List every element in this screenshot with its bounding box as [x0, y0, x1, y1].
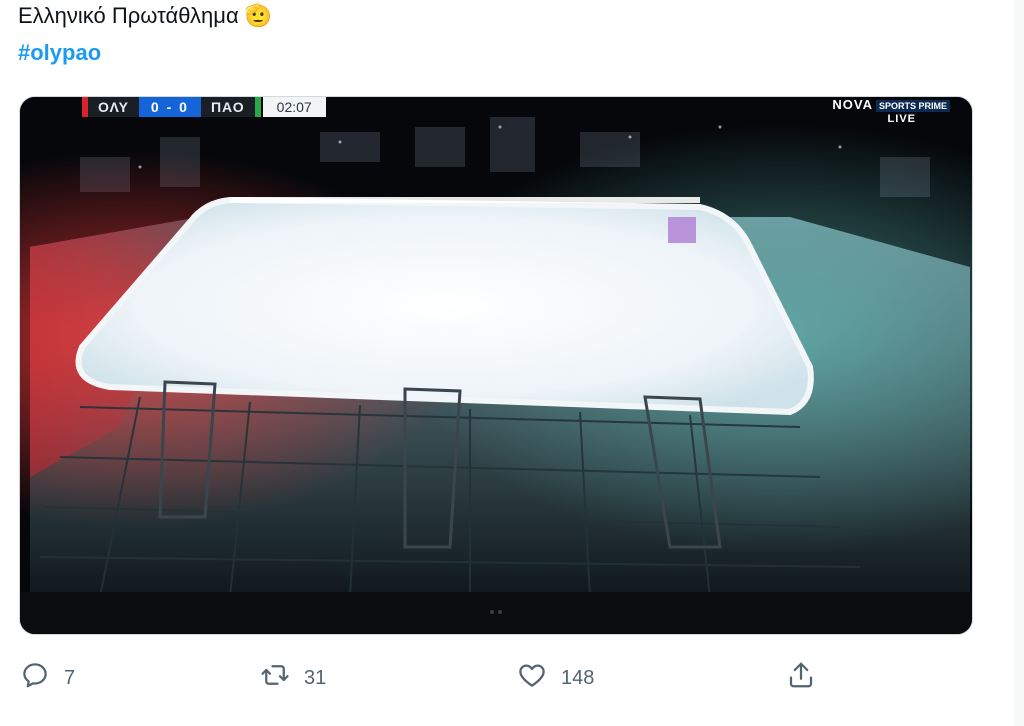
- like-button[interactable]: 148: [517, 660, 594, 696]
- reply-button[interactable]: 7: [20, 660, 75, 696]
- tweet-text: Ελληνικό Πρωτάθλημα 🫡: [18, 2, 272, 31]
- share-icon: [786, 660, 816, 696]
- tweet-actions: 7 31 148: [0, 660, 1024, 700]
- hashtag-link[interactable]: #olypao: [18, 40, 101, 66]
- share-button[interactable]: [786, 660, 816, 696]
- tweet-media-video[interactable]: ΟΛΥ 0 - 0 ΠΑΟ 02:07 NOVA SPORTS PRIME LIV…: [19, 96, 973, 635]
- like-count: 148: [561, 666, 595, 689]
- home-team: ΟΛΥ: [88, 97, 139, 117]
- away-team: ΠΑΟ: [200, 97, 255, 117]
- channel-logo: NOVA SPORTS PRIME LIVE: [832, 97, 950, 125]
- retweet-count: 31: [304, 666, 327, 689]
- score: 0 - 0: [138, 97, 201, 117]
- reply-icon: [20, 660, 50, 696]
- scorebug: ΟΛΥ 0 - 0 ΠΑΟ 02:07: [82, 97, 326, 117]
- live-badge: LIVE: [887, 113, 916, 125]
- away-team-color: [254, 97, 261, 117]
- reply-count: 7: [64, 666, 76, 689]
- channel-brand: NOVA: [832, 97, 873, 112]
- emoji-icon: 🫡: [244, 4, 273, 29]
- scrollbar[interactable]: [1014, 0, 1024, 726]
- stadium-scene: [20, 97, 972, 634]
- retweet-button[interactable]: 31: [260, 660, 326, 696]
- tweet-body: Ελληνικό Πρωτάθλημα: [18, 3, 239, 28]
- retweet-icon: [260, 660, 290, 696]
- channel-sub: SPORTS PRIME: [875, 100, 950, 112]
- match-clock: 02:07: [262, 97, 326, 117]
- heart-icon: [517, 660, 547, 696]
